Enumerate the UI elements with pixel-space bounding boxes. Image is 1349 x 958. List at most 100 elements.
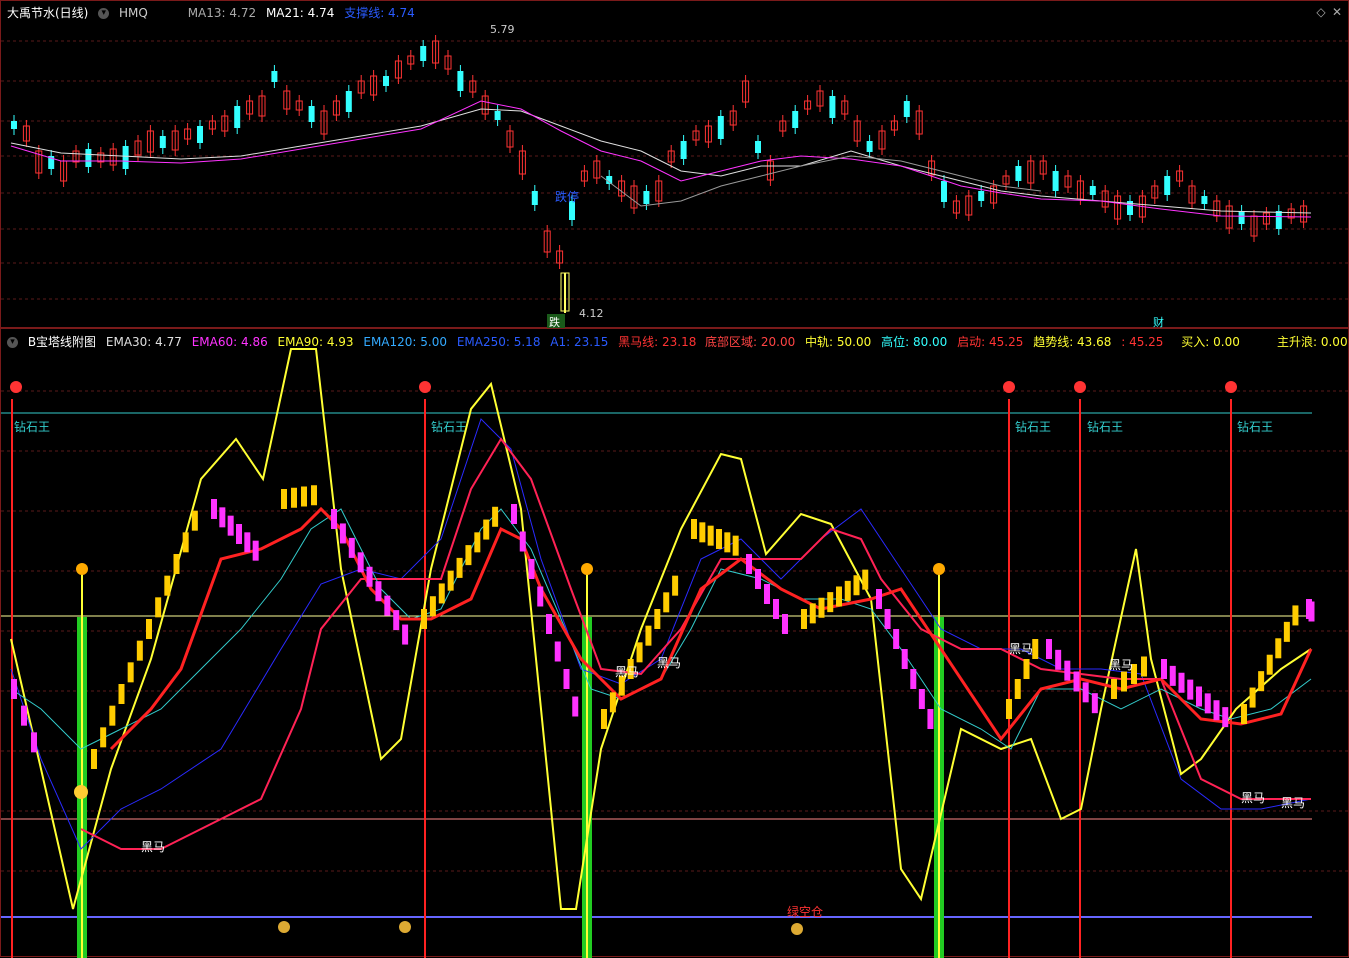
tower-bar (1006, 699, 1012, 719)
kline-pane[interactable]: 大禹节水(日线) ▾ HMQ MA13: 4.72 MA21: 4.74 支撑线… (0, 0, 1349, 329)
tower-bar (1082, 682, 1089, 703)
tower-bar (755, 569, 761, 589)
tower-bar (691, 519, 697, 539)
diamond-king-label-1: 钻石王 (14, 419, 50, 434)
diamond-king-label-4: 钻石王 (1087, 419, 1123, 434)
tower-bar (438, 583, 445, 604)
tower-bar (1073, 671, 1080, 692)
indicator-chart: 钻石王 钻石王 钻石王 钻石王 钻石王 黑马 黑马 黑马 黑马 黑马 黑马 黑马… (1, 348, 1349, 958)
tower-bar (546, 614, 552, 634)
candle (1052, 171, 1059, 191)
black-horse-7: 黑马 (1281, 796, 1305, 810)
candle (345, 91, 352, 112)
candle (903, 101, 910, 117)
tower-bar (1283, 621, 1290, 642)
candle (383, 76, 389, 86)
tower-bar (918, 689, 925, 709)
kline-chart: 5.79 4.12 跌停 跌 财 (1, 23, 1349, 329)
tower-bar (663, 592, 670, 613)
wealth-label: 财 (1153, 315, 1164, 329)
tower-bar (474, 532, 481, 553)
candle (85, 149, 92, 167)
tower-bar (707, 525, 714, 546)
candle (1238, 211, 1245, 224)
tower-bar (375, 581, 382, 602)
tower-bar (1241, 704, 1247, 724)
tower-bar (384, 595, 391, 616)
fall-label: 跌 (549, 315, 560, 329)
tower-bar (554, 641, 561, 662)
tower-bar (402, 624, 409, 645)
tower-bar (456, 557, 463, 578)
tower-bar (1222, 707, 1229, 728)
tower-bar (118, 684, 125, 704)
ma21-line (10, 100, 1312, 218)
tower-bar (301, 486, 307, 507)
tower-bar (191, 510, 198, 531)
tower-bar (801, 609, 807, 629)
tower-bar (1178, 672, 1185, 693)
black-horse-2: 黑马 (615, 665, 639, 679)
candle (978, 191, 985, 201)
tower-bar (11, 679, 17, 699)
diamond-king-label-5: 钻石王 (1237, 419, 1273, 434)
tower-bar (601, 709, 607, 729)
tower-bar (465, 545, 472, 566)
tower-bar (227, 515, 234, 536)
tower-bar (447, 570, 454, 591)
tower-bar (291, 487, 297, 508)
tower-bar (31, 732, 37, 753)
tower-bar (1169, 665, 1176, 686)
tower-bar (511, 504, 517, 524)
high-price-label: 5.79 (490, 23, 515, 36)
black-horse-3: 黑马 (657, 656, 681, 670)
tower-bar (429, 596, 436, 617)
tower-bar (236, 524, 242, 544)
tower-bar (572, 696, 579, 717)
candle (717, 116, 724, 139)
tower-bar (136, 640, 143, 661)
tower-bar (1249, 687, 1256, 708)
fall-stop-label: 跌停 (555, 189, 579, 204)
tower-bar (100, 727, 107, 748)
candle (829, 96, 836, 118)
tower-bar (1023, 659, 1030, 679)
tower-bar (421, 609, 427, 629)
tower-bar (164, 575, 171, 596)
candle (457, 71, 464, 91)
tower-bar (1187, 679, 1194, 700)
tower-bar (645, 625, 652, 646)
tower-bar (1258, 671, 1265, 692)
tower-bar (211, 499, 217, 519)
tower-bar (173, 554, 180, 574)
tower-bar (1046, 639, 1052, 659)
tower-bar (654, 609, 661, 629)
tower-bar (876, 589, 882, 609)
candle (792, 111, 799, 128)
candle (643, 191, 650, 204)
indicator-pane[interactable]: ▾ B宝塔线附图 EMA30: 4.77 EMA60: 4.86 EMA90: … (0, 328, 1349, 958)
black-horse-6: 黑马 (1241, 791, 1265, 805)
tower-bar (244, 532, 251, 553)
candle (197, 126, 203, 143)
tower-bar (716, 529, 722, 549)
tower-bar (348, 537, 355, 558)
black-horse-4: 黑马 (1009, 642, 1033, 656)
candle (122, 146, 129, 169)
tower-bar (519, 531, 526, 552)
tower-bar (1161, 659, 1167, 679)
tower-bar (1055, 649, 1062, 670)
tower-bar (809, 603, 816, 624)
candle (1015, 166, 1022, 181)
candle (531, 191, 538, 205)
candle (941, 181, 947, 202)
tower-bar (844, 580, 851, 601)
candle (420, 46, 427, 61)
tower-bar (827, 592, 834, 613)
diamond-king-label-2: 钻石王 (431, 419, 467, 434)
tower-bar (724, 532, 731, 553)
green-empty-label: 绿空仓 (787, 904, 823, 919)
candle (11, 121, 17, 129)
tower-bar (1204, 693, 1211, 714)
candle (494, 111, 501, 120)
